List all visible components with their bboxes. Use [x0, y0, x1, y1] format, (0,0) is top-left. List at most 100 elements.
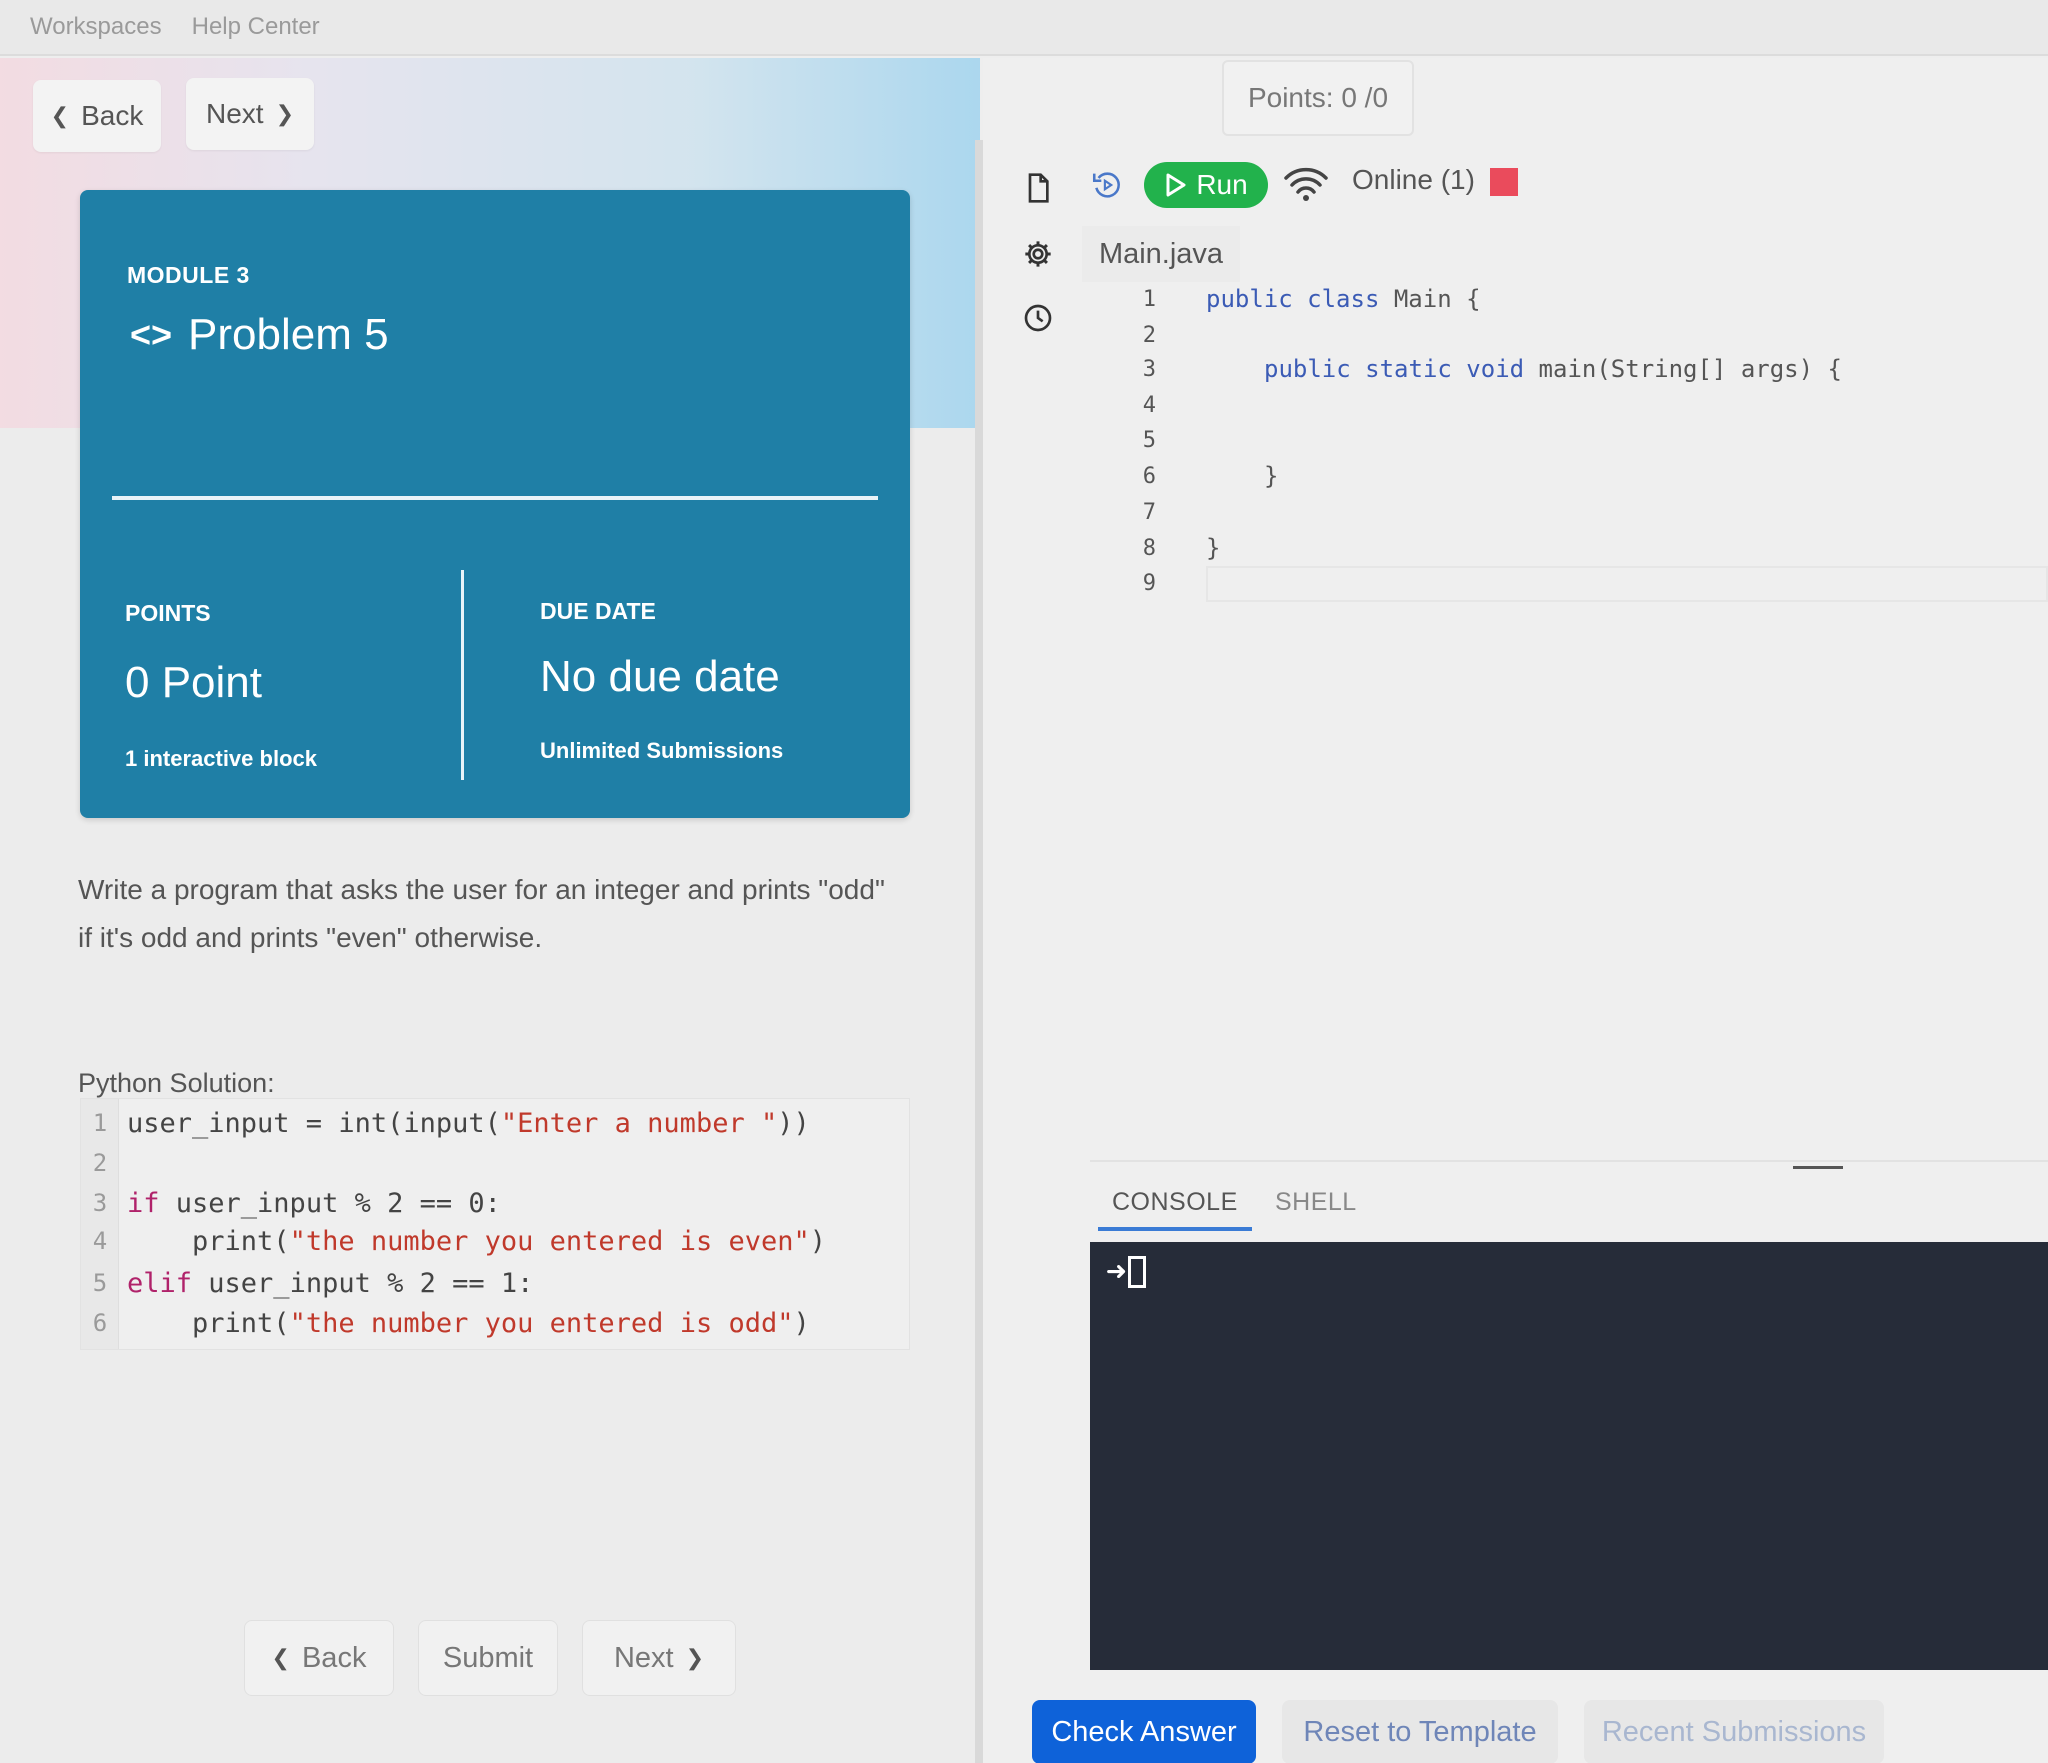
text-cursor [1128, 1256, 1147, 1288]
check-answer-button[interactable]: Check Answer [1032, 1700, 1256, 1763]
editor-line: 9 [1082, 566, 1156, 600]
code-string: "Enter a number " [500, 1107, 778, 1139]
minimize-handle[interactable] [1793, 1166, 1843, 1169]
problem-panel: ❮ Back Next ❯ MODULE 3 <> Problem 5 POIN… [0, 58, 980, 1763]
nav-help-center[interactable]: Help Center [192, 13, 320, 41]
line-number: 5 [92, 1269, 108, 1297]
code-line: 3 if user_input % 2 == 0: [81, 1183, 501, 1223]
code-text: Main { [1379, 285, 1481, 313]
code-line: 6 print("the number you entered is odd") [81, 1303, 810, 1343]
bottom-back-button[interactable]: ❮ Back [244, 1620, 394, 1696]
history-icon[interactable] [1022, 302, 1054, 334]
line-number: 1 [92, 1109, 108, 1137]
code-line: 4 print("the number you entered is even"… [81, 1221, 826, 1261]
problem-description: Write a program that asks the user for a… [78, 866, 918, 962]
console-prompt: ➜ [1106, 1252, 1147, 1292]
chevron-left-icon: ❮ [271, 1645, 290, 1670]
card-divider [112, 496, 878, 500]
line-number: 6 [1142, 463, 1156, 489]
due-date-value: No due date [540, 652, 780, 701]
editor-line: 3 public static void main(String[] args)… [1082, 352, 1842, 386]
line-number: 6 [92, 1309, 108, 1337]
editor-line: 1 public class Main { [1082, 282, 1481, 316]
line-number: 2 [92, 1149, 108, 1177]
chevron-right-icon: ❯ [275, 101, 294, 126]
tab-main-java[interactable]: Main.java [1082, 226, 1240, 282]
code-text: user_input = int(input( [127, 1107, 501, 1139]
gear-icon[interactable] [1022, 238, 1054, 270]
submit-button[interactable]: Submit [418, 1620, 558, 1696]
tab-shell[interactable]: SHELL [1275, 1188, 1357, 1217]
points-indicator: Points: 0 /0 [1222, 60, 1414, 136]
editor-line: 5 [1082, 423, 1156, 457]
code-text: )) [777, 1107, 810, 1139]
code-text: main(String[] args) { [1524, 355, 1842, 383]
panel-splitter[interactable] [975, 140, 983, 1763]
code-string: "the number you entered is odd" [289, 1307, 794, 1339]
console-border [1090, 1160, 2048, 1162]
code-text: user_input % 2 == 0: [159, 1187, 501, 1219]
points-label: POINTS [125, 600, 211, 626]
line-number: 4 [1142, 392, 1156, 418]
line-number: 4 [92, 1227, 108, 1255]
bottom-back-label: Back [301, 1641, 367, 1674]
nav-workspaces[interactable]: Workspaces [30, 13, 162, 41]
editor-line: 7 [1082, 495, 1156, 529]
line-number: 2 [1142, 322, 1156, 348]
bottom-next-button[interactable]: Next ❯ [582, 1620, 736, 1696]
code-text: user_input % 2 == 1: [192, 1267, 534, 1299]
top-nav: Workspaces Help Center [0, 0, 2048, 56]
due-date-label: DUE DATE [540, 598, 656, 624]
tab-console[interactable]: CONSOLE [1098, 1188, 1252, 1231]
file-icon[interactable] [1022, 172, 1054, 204]
points-value: 0 Point [125, 658, 262, 707]
reset-to-template-button[interactable]: Reset to Template [1282, 1700, 1558, 1763]
line-number: 3 [1142, 356, 1156, 382]
code-keyword: public class [1206, 285, 1380, 313]
code-editor[interactable]: 1 public class Main { 2 3 public static … [1082, 282, 2048, 1162]
module-label: MODULE 3 [127, 262, 250, 288]
next-label: Next [205, 98, 264, 129]
code-keyword: public static void [1264, 355, 1525, 383]
code-text: } [1264, 462, 1279, 490]
line-number: 1 [1142, 286, 1156, 312]
code-icon: <> [130, 314, 173, 355]
run-label: Run [1196, 169, 1248, 200]
stop-icon[interactable] [1490, 168, 1518, 196]
online-status: Online (1) [1352, 164, 1475, 195]
play-icon [1166, 173, 1186, 197]
back-button[interactable]: ❮ Back [33, 80, 161, 152]
problem-title-text: Problem 5 [188, 310, 389, 359]
back-label: Back [81, 100, 144, 131]
chevron-right-icon: ❯ [685, 1645, 705, 1670]
line-number: 5 [1142, 427, 1156, 453]
code-text: ) [809, 1225, 826, 1257]
run-button[interactable]: Run [1144, 162, 1268, 208]
line-number: 9 [1142, 570, 1156, 596]
card-vertical-divider [461, 570, 464, 780]
line-number: 8 [1142, 535, 1156, 561]
python-solution-label: Python Solution: [78, 1068, 275, 1098]
console-output[interactable]: ➜ [1090, 1242, 2048, 1670]
prompt-arrow-icon: ➜ [1106, 1252, 1127, 1292]
line-number: 7 [1142, 499, 1156, 525]
editor-line: 6 } [1082, 459, 1279, 493]
code-keyword: elif [127, 1267, 193, 1299]
editor-line: 2 [1082, 318, 1156, 352]
problem-card: MODULE 3 <> Problem 5 POINTS 0 Point 1 i… [80, 190, 910, 818]
code-text: print( [127, 1225, 290, 1257]
recent-submissions-button[interactable]: Recent Submissions [1584, 1700, 1884, 1763]
reset-icon[interactable] [1090, 168, 1124, 202]
line-number: 3 [92, 1189, 108, 1217]
code-text: ) [793, 1307, 810, 1339]
points-subtext: 1 interactive block [125, 746, 317, 771]
code-line: 2 [81, 1143, 119, 1183]
description-line: if it's odd and prints "even" otherwise. [78, 922, 543, 953]
python-code-block: 1 user_input = int(input("Enter a number… [80, 1098, 910, 1350]
editor-line: 4 [1082, 388, 1156, 422]
code-line: 5 elif user_input % 2 == 1: [81, 1263, 534, 1303]
next-button[interactable]: Next ❯ [186, 78, 314, 150]
code-text: print( [127, 1307, 290, 1339]
wifi-icon [1284, 167, 1328, 201]
active-line-highlight [1206, 566, 2048, 602]
